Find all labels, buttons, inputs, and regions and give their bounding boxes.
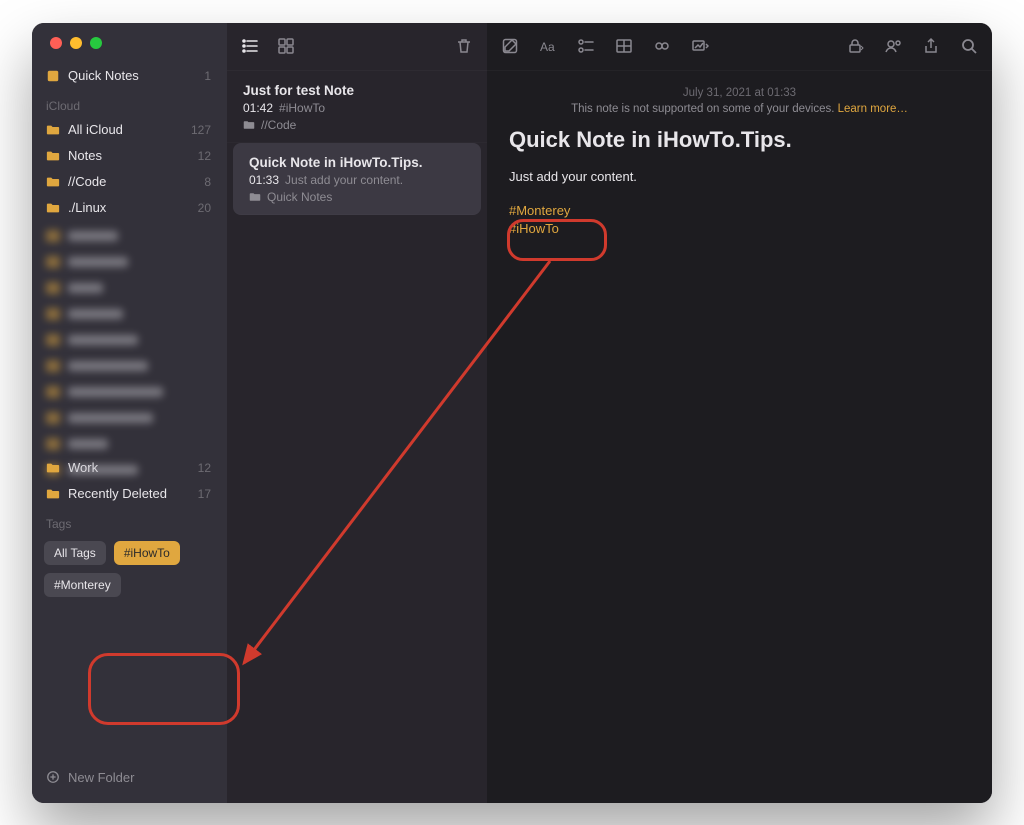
sidebar-item-label: Recently Deleted xyxy=(68,486,198,501)
sidebar-item-label: ./Linux xyxy=(68,200,198,215)
format-icon[interactable]: Aa xyxy=(539,37,557,55)
editor-toolbar: Aa xyxy=(487,23,992,71)
note-card-subtitle: 01:33Just add your content. xyxy=(249,173,465,187)
gallery-view-icon[interactable] xyxy=(277,37,295,55)
sidebar: Quick Notes 1 iCloud All iCloud127Notes1… xyxy=(32,23,227,803)
sidebar-item-count: 20 xyxy=(198,201,211,215)
folder-icon xyxy=(46,201,60,215)
notes-window: Quick Notes 1 iCloud All iCloud127Notes1… xyxy=(32,23,992,803)
compose-icon[interactable] xyxy=(501,37,519,55)
lock-icon[interactable] xyxy=(846,37,864,55)
search-icon[interactable] xyxy=(960,37,978,55)
sidebar-section-tags: Tags xyxy=(32,507,227,535)
note-date: July 31, 2021 at 01:33 xyxy=(509,87,970,99)
trash-icon[interactable] xyxy=(455,37,473,55)
editor-pane: Aa xyxy=(487,23,992,803)
svg-text:Aa: Aa xyxy=(540,40,555,54)
note-tags[interactable]: #Monterey #iHowTo xyxy=(509,202,970,238)
sidebar-item-count: 127 xyxy=(191,123,211,137)
share-icon[interactable] xyxy=(922,37,940,55)
note-card-location: Quick Notes xyxy=(249,190,465,204)
note-list-pane: Just for test Note 01:42#iHowTo //Code Quic… xyxy=(227,23,487,803)
note-title[interactable]: Quick Note in iHowTo.Tips. xyxy=(509,127,970,153)
folder-icon xyxy=(46,149,60,163)
table-icon[interactable] xyxy=(615,37,633,55)
sparkle-icon xyxy=(46,69,60,83)
sidebar-item-label: Notes xyxy=(68,148,198,163)
tag-pill-ihowto[interactable]: #iHowTo xyxy=(114,541,180,565)
new-folder-button[interactable]: New Folder xyxy=(32,760,227,795)
list-view-icon[interactable] xyxy=(241,37,259,55)
note-tag[interactable]: #Monterey xyxy=(509,202,970,220)
note-card-title: Quick Note in iHowTo.Tips. xyxy=(249,155,465,170)
blurred-folders xyxy=(42,223,217,453)
checklist-icon[interactable] xyxy=(577,37,595,55)
sidebar-folder-code[interactable]: //Code8 xyxy=(32,169,227,195)
note-body-text[interactable]: Just add your content. xyxy=(509,169,970,184)
sidebar-item-quick-notes[interactable]: Quick Notes 1 xyxy=(32,63,227,89)
folder-icon xyxy=(46,487,60,501)
sidebar-item-count: 1 xyxy=(204,69,211,83)
folder-icon xyxy=(46,175,60,189)
minimize-window-button[interactable] xyxy=(70,37,82,49)
note-card-subtitle: 01:42#iHowTo xyxy=(243,101,471,115)
close-window-button[interactable] xyxy=(50,37,62,49)
sidebar-item-label: Quick Notes xyxy=(68,68,204,83)
compatibility-warning: This note is not supported on some of yo… xyxy=(509,103,970,115)
collaborate-icon[interactable] xyxy=(884,37,902,55)
zoom-window-button[interactable] xyxy=(90,37,102,49)
sidebar-section-icloud: iCloud xyxy=(32,89,227,117)
window-controls xyxy=(32,23,227,63)
sidebar-folder-linux[interactable]: ./Linux20 xyxy=(32,195,227,221)
sidebar-item-label: All iCloud xyxy=(68,122,191,137)
folder-icon xyxy=(46,123,60,137)
tags-list: All Tags #iHowTo #Monterey xyxy=(32,535,227,603)
new-folder-label: New Folder xyxy=(68,770,134,785)
media-icon[interactable] xyxy=(691,37,709,55)
sidebar-item-count: 8 xyxy=(204,175,211,189)
sidebar-item-count: 12 xyxy=(198,149,211,163)
sidebar-item-count: 17 xyxy=(198,487,211,501)
note-list-item[interactable]: Just for test Note 01:42#iHowTo //Code xyxy=(227,71,487,143)
sidebar-folder-notes[interactable]: Notes12 xyxy=(32,143,227,169)
sidebar-folder-recentlydeleted[interactable]: Recently Deleted17 xyxy=(32,481,227,507)
note-card-location: //Code xyxy=(243,118,471,132)
note-card-title: Just for test Note xyxy=(243,83,471,98)
sidebar-item-label: //Code xyxy=(68,174,204,189)
link-icon[interactable] xyxy=(653,37,671,55)
tag-pill-monterey[interactable]: #Monterey xyxy=(44,573,121,597)
sidebar-folder-allicloud[interactable]: All iCloud127 xyxy=(32,117,227,143)
tag-pill-alltags[interactable]: All Tags xyxy=(44,541,106,565)
note-list-item[interactable]: Quick Note in iHowTo.Tips. 01:33Just add … xyxy=(233,143,481,215)
notelist-toolbar xyxy=(227,23,487,71)
note-tag[interactable]: #iHowTo xyxy=(509,220,970,238)
learn-more-link[interactable]: Learn more… xyxy=(838,103,908,115)
editor-body[interactable]: July 31, 2021 at 01:33 This note is not … xyxy=(487,71,992,254)
